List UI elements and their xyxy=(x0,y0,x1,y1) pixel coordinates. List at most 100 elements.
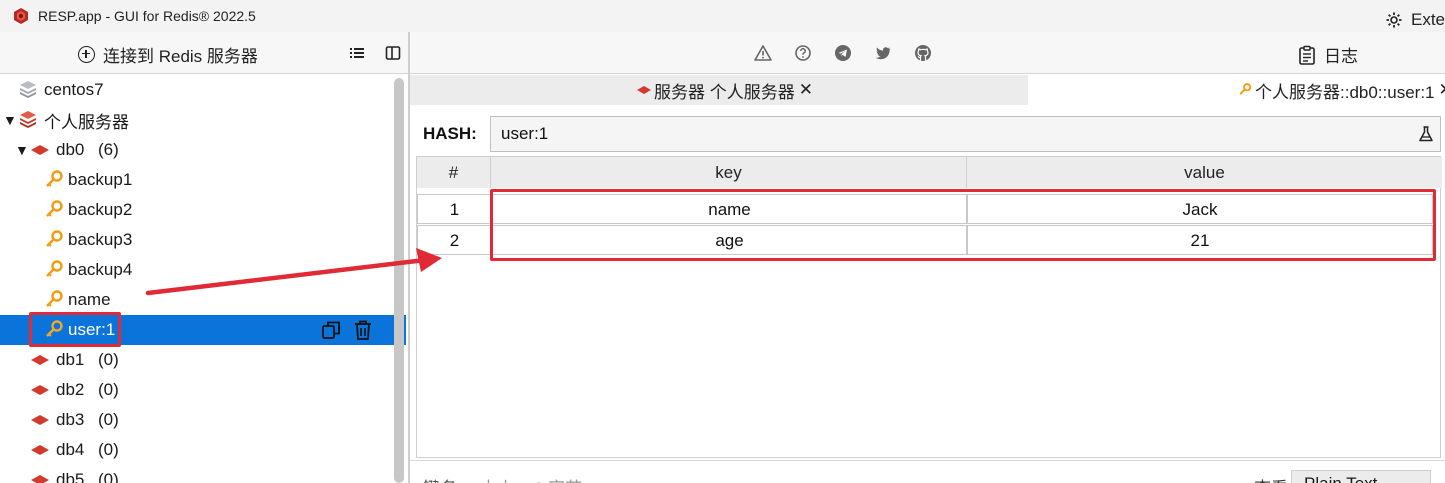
app-window: RESP.app - GUI for Redis® 2022.5 连接到 Red… xyxy=(0,0,1445,483)
tree-item-label: db2 xyxy=(56,380,85,399)
tree-item-centos7[interactable]: centos7 xyxy=(0,75,406,105)
key-type-label: HASH: xyxy=(423,124,477,143)
tree-item-label: backup1 xyxy=(68,170,133,189)
server-stack-gray-icon xyxy=(20,81,36,98)
tree-item-label: centos7 xyxy=(44,80,104,99)
size-footer-label: 大小 xyxy=(480,474,514,483)
database-icon xyxy=(31,355,49,365)
key-name-field[interactable]: user:1 xyxy=(490,116,1441,152)
database-icon xyxy=(31,415,49,425)
connect-redis-button[interactable]: 连接到 Redis 服务器 xyxy=(78,42,258,66)
tree-item-label: db3 xyxy=(56,410,85,429)
log-label: 日志 xyxy=(1324,47,1358,66)
view-footer-label: 查看 xyxy=(1254,474,1288,483)
hash-table: # key value 1 name Jack 2 age 21 xyxy=(416,156,1442,458)
tree-item-key-backup2[interactable]: backup2 xyxy=(0,195,406,225)
extensions-button[interactable]: Exter xyxy=(1385,10,1445,30)
key-icon xyxy=(46,320,63,337)
key-icon xyxy=(46,290,63,307)
panel-toggle-icon[interactable] xyxy=(384,44,402,62)
db-key-count: (0) xyxy=(98,470,119,483)
server-stack-red-icon xyxy=(20,111,36,128)
tree-item-label: name xyxy=(68,290,111,309)
tree-item-db5[interactable]: db5 (0) xyxy=(0,465,406,483)
database-icon xyxy=(637,86,651,94)
database-icon xyxy=(31,145,49,155)
tree-item-label: db0 xyxy=(56,140,85,159)
github-icon[interactable] xyxy=(914,44,932,62)
tree-item-db1[interactable]: db1 (0) xyxy=(0,345,406,375)
column-header-key[interactable]: key xyxy=(491,157,967,188)
list-icon[interactable] xyxy=(348,44,366,62)
key-icon xyxy=(46,200,63,217)
tree-item-label: backup3 xyxy=(68,230,133,249)
key-name-value: user:1 xyxy=(501,124,549,143)
database-icon xyxy=(31,385,49,395)
tree-item-db4[interactable]: db4 (0) xyxy=(0,435,406,465)
tab-close-icon[interactable]: ✕ xyxy=(799,80,813,100)
db-key-count: (0) xyxy=(98,440,119,459)
row-index-cell[interactable]: 1 xyxy=(417,194,492,224)
tree-item-label: backup2 xyxy=(68,200,133,219)
db-key-count: (0) xyxy=(98,350,119,369)
key-name-footer-label: 键名 xyxy=(423,474,457,483)
key-icon xyxy=(46,230,63,247)
left-toolbar: 连接到 Redis 服务器 xyxy=(0,32,408,74)
tab-label: 服务器 个人服务器 xyxy=(654,82,795,102)
db-key-count: (6) xyxy=(98,140,119,159)
expand-arrow-icon[interactable]: ▼ xyxy=(3,112,17,128)
size-footer-value: 9 字节 xyxy=(534,474,582,483)
tab-close-icon[interactable]: ✕ xyxy=(1439,80,1445,100)
key-icon xyxy=(46,170,63,187)
window-title: RESP.app - GUI for Redis® 2022.5 xyxy=(38,8,256,24)
key-icon xyxy=(1239,83,1252,95)
tree-item-label: db4 xyxy=(56,440,85,459)
tab-server[interactable]: 服务器 个人服务器 ✕ xyxy=(636,75,813,105)
trash-icon[interactable] xyxy=(352,319,374,341)
tree-item-label: backup4 xyxy=(68,260,133,279)
db-key-count: (0) xyxy=(98,380,119,399)
view-format-value: Plain Text xyxy=(1304,474,1377,483)
view-format-select[interactable]: Plain Text ︿ xyxy=(1291,470,1431,483)
tree-item-personal-server[interactable]: ▼ 个人服务器 xyxy=(0,105,406,135)
extension-gear-icon xyxy=(1386,12,1402,28)
title-bar: RESP.app - GUI for Redis® 2022.5 xyxy=(0,0,1445,32)
connect-redis-label: 连接到 Redis 服务器 xyxy=(103,46,258,66)
tab-label: 个人服务器::db0::user:1 xyxy=(1255,82,1435,102)
tree-item-label: db1 xyxy=(56,350,85,369)
key-icon xyxy=(46,260,63,277)
row-key-cell[interactable]: age xyxy=(492,225,967,255)
tree-item-label: db5 xyxy=(56,470,85,483)
tree-item-db2[interactable]: db2 (0) xyxy=(0,375,406,405)
right-toolbar: 日志 xyxy=(410,32,1445,74)
app-logo-icon xyxy=(14,8,28,24)
help-icon[interactable] xyxy=(794,44,812,62)
annotation-arrow-icon xyxy=(145,248,442,296)
tab-key-user1[interactable]: 个人服务器::db0::user:1 ✕ xyxy=(1028,75,1445,105)
row-value-cell[interactable]: 21 xyxy=(967,225,1433,255)
row-key-cell[interactable]: name xyxy=(492,194,967,224)
column-header-index[interactable]: # xyxy=(417,157,491,188)
chevron-up-icon: ︿ xyxy=(1407,471,1420,483)
add-circle-icon xyxy=(78,45,95,63)
tree-item-key-backup1[interactable]: backup1 xyxy=(0,165,406,195)
tree-item-db3[interactable]: db3 (0) xyxy=(0,405,406,435)
extensions-label: Exter xyxy=(1411,10,1445,29)
tree-item-key-user1[interactable]: user:1 xyxy=(0,315,406,345)
warning-icon[interactable] xyxy=(754,44,772,62)
tree-item-label: 个人服务器 xyxy=(44,112,129,132)
copy-icon[interactable] xyxy=(320,319,342,341)
tree-item-db0[interactable]: ▼ db0 (6) xyxy=(0,135,406,165)
log-button[interactable]: 日志 xyxy=(1298,42,1358,67)
telegram-icon[interactable] xyxy=(834,44,852,62)
column-header-value[interactable]: value xyxy=(967,157,1442,188)
db-key-count: (0) xyxy=(98,410,119,429)
database-icon xyxy=(31,445,49,455)
database-icon xyxy=(31,475,49,483)
flask-icon[interactable] xyxy=(1417,125,1435,143)
tree-item-label: user:1 xyxy=(68,320,116,339)
row-value-cell[interactable]: Jack xyxy=(967,194,1433,224)
twitter-icon[interactable] xyxy=(874,44,892,62)
clipboard-icon xyxy=(1299,45,1315,65)
expand-arrow-icon[interactable]: ▼ xyxy=(15,142,29,158)
